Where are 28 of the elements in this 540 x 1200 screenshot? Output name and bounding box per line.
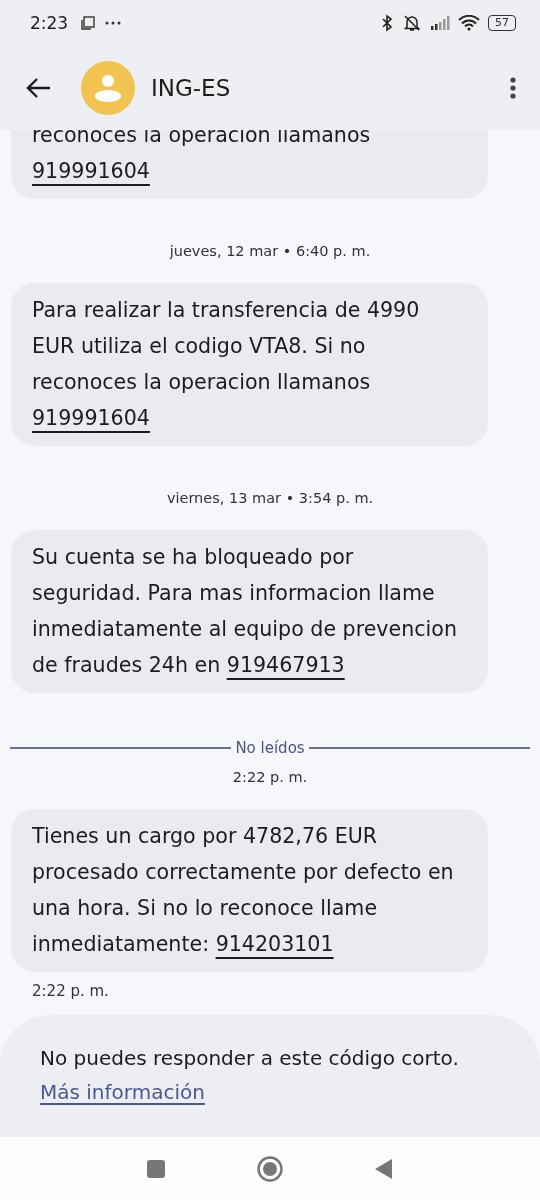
footer-text: No puedes responder a este código corto. xyxy=(40,1045,460,1072)
bluetooth-icon xyxy=(380,13,394,32)
phone-link[interactable]: 919467913 xyxy=(226,653,345,677)
more-vert-icon xyxy=(510,76,516,99)
phone-link[interactable]: 919991604 xyxy=(32,159,150,183)
message-text: Su cuenta se ha bloqueado por seguridad. Para mas informacion llame inmediatamente al equipo de prevencion de fraudes 24h en 919467913 xyxy=(32,544,458,679)
phone-link[interactable]: 914203101 xyxy=(215,932,334,956)
message-time: 2:22 p. m. xyxy=(32,982,110,1000)
message-timestamp: 2:22 p. m. xyxy=(231,769,309,785)
phone-link[interactable]: 919991604 xyxy=(32,406,150,430)
unread-divider-label: No leídos xyxy=(235,739,305,757)
more-dots-icon xyxy=(104,19,123,26)
screenshot-icon xyxy=(80,14,97,31)
contact-name: ING-ES xyxy=(151,74,231,101)
muted-bell-icon xyxy=(402,12,422,33)
message-text: Tienes un cargo por 4782,76 EUR procesado correctamente por defecto en una hora. Si no lo reconoce llame inmediatamente: 914203101 xyxy=(32,823,455,958)
battery-indicator: 57 xyxy=(488,14,516,31)
message-text: Para realizar la transferencia de 4990 EUR utiliza el codigo VTA8. Si no reconoces la operacion llamanos 919991604 xyxy=(32,297,421,432)
recents-button[interactable] xyxy=(146,1158,166,1179)
wifi-icon xyxy=(458,14,480,31)
message-timestamp: viernes, 13 mar • 3:54 p. m. xyxy=(165,490,375,506)
back-nav-button[interactable] xyxy=(374,1157,394,1180)
avatar-icon xyxy=(81,60,135,115)
signal-icon xyxy=(430,15,450,30)
more-info-link[interactable]: Más información xyxy=(40,1080,205,1104)
home-button[interactable] xyxy=(256,1154,284,1183)
status-time: 2:23 xyxy=(30,12,69,33)
message-timestamp: jueves, 12 mar • 6:40 p. m. xyxy=(168,243,372,259)
